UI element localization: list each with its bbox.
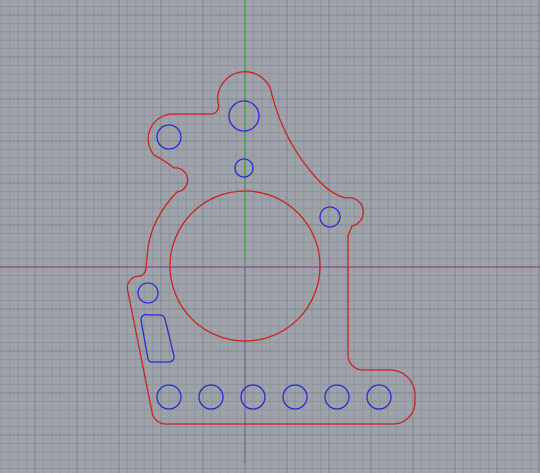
bottom-hole-row xyxy=(156,384,392,410)
drawing-canvas[interactable] xyxy=(0,0,540,473)
minor-grid xyxy=(0,0,540,473)
cad-viewport[interactable] xyxy=(0,0,540,473)
left-hole[interactable] xyxy=(137,282,159,304)
